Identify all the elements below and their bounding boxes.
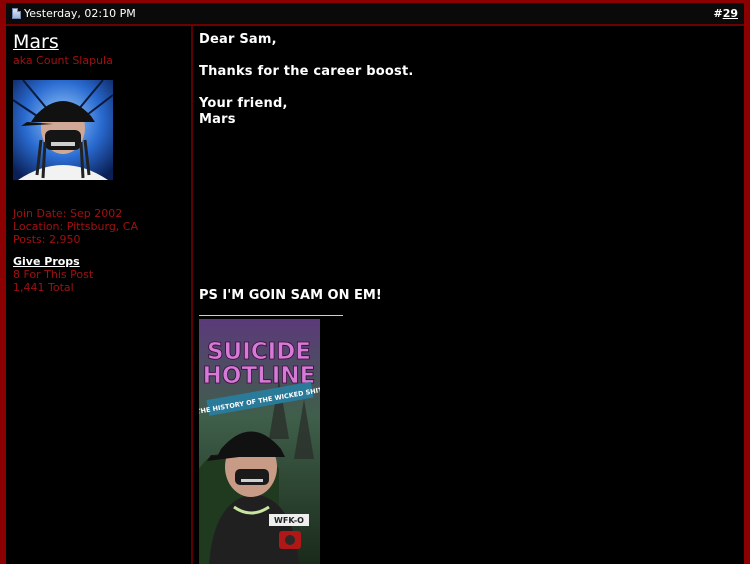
message-ps: PS I'M GOIN SAM ON EM! [199,288,382,303]
post-date: Yesterday, 02:10 PM [24,7,136,20]
location: Location: Pittsburg, CA [13,220,138,233]
post-number: #29 [713,7,738,20]
user-avatar [13,80,113,180]
message-greeting: Dear Sam, [199,32,277,47]
message-signoff: Mars [199,112,236,127]
post-number-link[interactable]: 29 [723,7,738,20]
user-info-column: Mars aka Count Slapula Join Date: Sep 20… [6,26,193,564]
user-title: aka Count Slapula [13,54,113,67]
post-count: Posts: 2,950 [13,233,81,246]
post-number-prefix: # [713,7,723,20]
join-date: Join Date: Sep 2002 [13,207,123,220]
post-header: Yesterday, 02:10 PM #29 [6,3,744,26]
post-date-wrap: Yesterday, 02:10 PM [12,7,136,20]
user-stats: Join Date: Sep 2002 Location: Pittsburg,… [13,207,138,246]
username-link[interactable]: Mars [13,31,59,53]
post-message: Dear Sam, Thanks for the career boost. Y… [199,32,414,144]
signature-divider [199,315,343,316]
props-total: 1,441 Total [13,281,74,294]
props-section: Give Props 8 For This Post 1,441 Total [13,255,93,294]
message-column: Dear Sam, Thanks for the career boost. Y… [193,26,744,564]
signature-banner: SUICIDE HOTLINE THE HISTORY OF THE WICKE… [199,319,320,564]
props-this-post: 8 For This Post [13,268,94,281]
banner-badge: WFK-O [274,516,304,525]
give-props-link[interactable]: Give Props [13,255,93,268]
message-body: Thanks for the career boost. [199,64,414,79]
message-closing: Your friend, [199,96,288,111]
post-document-icon [12,8,21,19]
banner-title-1: SUICIDE [207,339,311,365]
